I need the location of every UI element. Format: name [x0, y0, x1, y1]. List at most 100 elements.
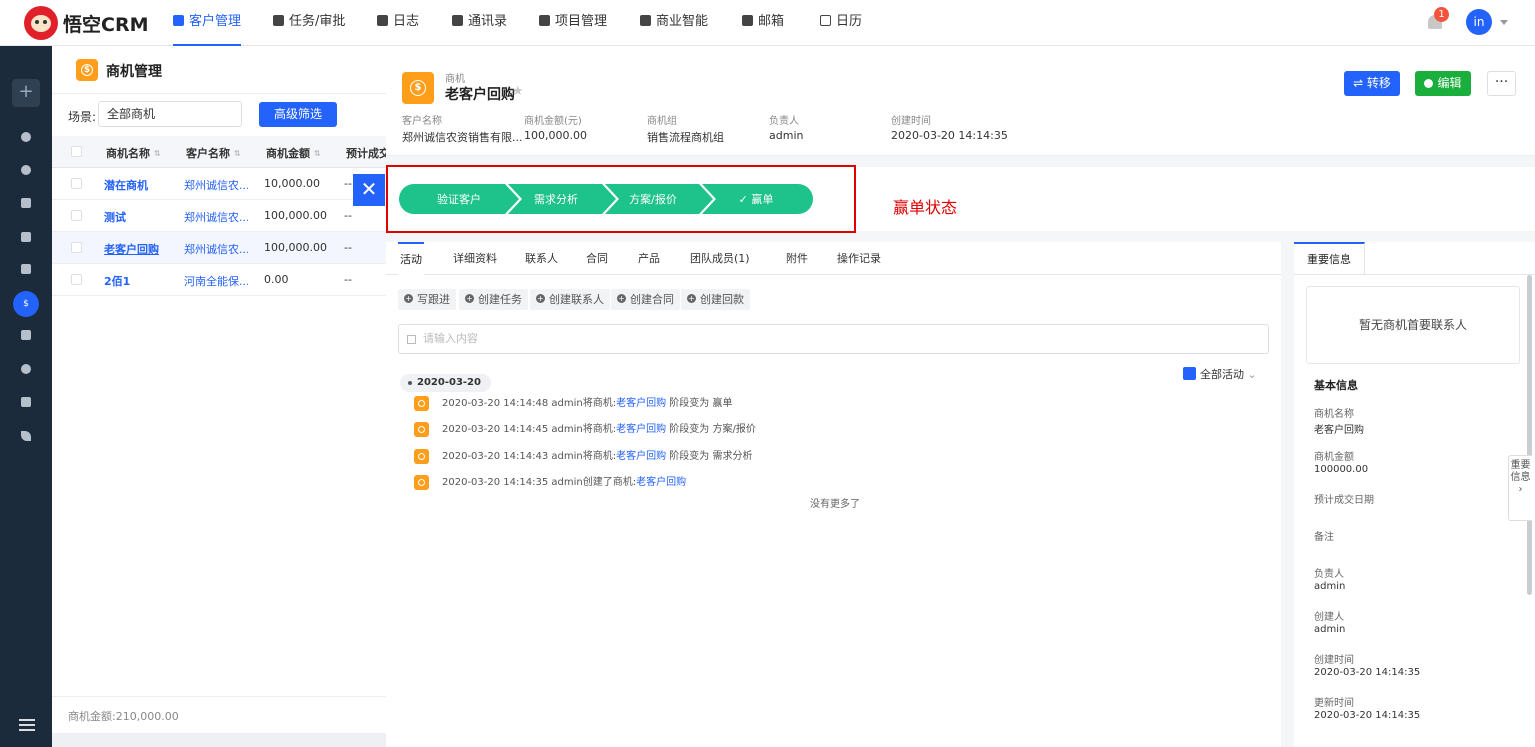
dashboard-icon[interactable] [21, 132, 31, 142]
tab-activity[interactable]: 活动 [398, 242, 424, 275]
info-label-group: 商机组 [647, 116, 677, 127]
column-header-name[interactable]: 商机名称 ⇅ [106, 145, 161, 161]
select-all-checkbox[interactable] [71, 146, 82, 157]
nav-logs[interactable]: 日志 [377, 0, 419, 46]
divider [52, 696, 386, 697]
coin-badge-icon: $ [402, 72, 434, 104]
table-row[interactable]: 测试 郑州诚信农... 100,000.00 -- [52, 200, 386, 232]
info-label-customer: 客户名称 [402, 116, 442, 127]
customer-icon[interactable] [21, 232, 31, 242]
field-value: 100000.00 [1314, 464, 1369, 475]
customer-name-link[interactable]: 郑州诚信农... [184, 177, 248, 193]
customer-name-link[interactable]: 郑州诚信农... [184, 241, 248, 257]
column-header-customer[interactable]: 客户名称 ⇅ [186, 145, 241, 161]
date-cell: -- [344, 273, 352, 286]
nav-customer-management[interactable]: 客户管理 [173, 0, 242, 46]
transfer-button[interactable]: ⇌ 转移 [1344, 71, 1400, 96]
nav-business-intelligence[interactable]: 商业智能 [640, 0, 708, 46]
monkey-logo-icon[interactable] [24, 6, 58, 40]
advanced-filter-button[interactable]: 高级筛选 [259, 102, 337, 127]
opportunity-link[interactable]: 老客户回购 [636, 477, 686, 488]
create-contract-button[interactable]: + 创建合同 [611, 289, 680, 310]
chat-icon[interactable] [21, 165, 31, 175]
scene-select[interactable]: 全部商机 [98, 101, 242, 127]
sort-icon[interactable]: ⇅ [234, 149, 241, 158]
create-task-button[interactable]: + 创建任务 [459, 289, 528, 310]
info-label-owner: 负责人 [769, 116, 799, 127]
grid-icon[interactable] [1183, 367, 1196, 380]
tab-products[interactable]: 产品 [638, 242, 660, 275]
paper-plane-icon[interactable] [21, 431, 31, 441]
activity-filter-dropdown[interactable]: 全部活动 ⌄ [1200, 366, 1257, 382]
sort-icon[interactable]: ⇅ [154, 149, 161, 158]
calendar-icon [820, 15, 831, 26]
field-value: admin [1314, 581, 1346, 592]
field-label: 商机金额 [1314, 452, 1354, 463]
contract-icon[interactable] [21, 330, 31, 340]
row-checkbox[interactable] [71, 242, 82, 253]
info-value-created: 2020-03-20 14:14:35 [891, 129, 1008, 142]
table-row[interactable]: 老客户回购 郑州诚信农... 100,000.00 -- [52, 232, 386, 264]
write-followup-button[interactable]: + 写跟进 [398, 289, 456, 310]
create-contact-button[interactable]: + 创建联系人 [530, 289, 610, 310]
table-row[interactable]: 潜在商机 郑州诚信农... 10,000.00 -- [52, 168, 386, 200]
row-checkbox[interactable] [71, 210, 82, 221]
caret-down-icon[interactable] [1500, 20, 1508, 25]
tab-team-members[interactable]: 团队成员(1) [690, 242, 750, 275]
opportunity-coin-icon[interactable]: $ [13, 291, 39, 317]
star-icon[interactable]: ★ [512, 84, 524, 99]
column-header-expected-date[interactable]: 预计成交 [346, 145, 386, 161]
opportunity-link[interactable]: 老客户回购 [616, 424, 666, 435]
coin-icon [414, 475, 429, 490]
brand-name[interactable]: 悟空CRM [63, 10, 148, 37]
opportunity-name-link[interactable]: 2佰1 [104, 273, 130, 289]
customer-name-link[interactable]: 河南全能保... [184, 273, 248, 289]
opportunity-name-link[interactable]: 老客户回购 [104, 241, 159, 257]
more-actions-button[interactable]: ··· [1487, 71, 1516, 96]
field-value: 老客户回购 [1314, 425, 1364, 436]
money-bag-icon[interactable] [21, 364, 31, 374]
important-info-toggle[interactable]: 重要信息 › [1508, 455, 1532, 521]
table-row[interactable]: 2佰1 河南全能保... 0.00 -- [52, 264, 386, 296]
column-header-amount[interactable]: 商机金额 ⇅ [266, 145, 321, 161]
nav-contacts[interactable]: 通讯录 [452, 0, 507, 46]
field-label: 创建人 [1314, 612, 1344, 623]
edit-icon [1424, 79, 1434, 88]
nav-mailbox[interactable]: 邮箱 [742, 0, 784, 46]
opportunity-name-link[interactable]: 潜在商机 [104, 177, 148, 193]
total-amount: 商机金额:210,000.00 [68, 710, 179, 723]
sort-icon[interactable]: ⇅ [314, 149, 321, 158]
user-avatar[interactable]: in [1466, 9, 1492, 35]
activity-input[interactable]: 请输入内容 [398, 324, 1269, 354]
row-checkbox[interactable] [71, 274, 82, 285]
create-payment-button[interactable]: + 创建回款 [681, 289, 750, 310]
row-checkbox[interactable] [71, 178, 82, 189]
info-value-group: 销售流程商机组 [647, 131, 724, 144]
close-detail-button[interactable]: ✕ [353, 174, 385, 206]
customer-name-link[interactable]: 郑州诚信农... [184, 209, 248, 225]
tab-details[interactable]: 详细资料 [453, 242, 497, 275]
clue-icon[interactable] [21, 198, 31, 208]
nav-tasks-approval[interactable]: 任务/审批 [273, 0, 345, 46]
detail-tabs: 活动 详细资料 联系人 合同 产品 团队成员(1) 附件 操作记录 [386, 242, 1281, 275]
collapse-menu-icon[interactable] [19, 719, 35, 731]
scrollbar[interactable] [1527, 275, 1532, 595]
date-chip: 2020-03-20 [400, 374, 491, 392]
opportunity-detail-panel: $ 商机 老客户回购 ★ 客户名称 郑州诚信农资销售有限... 商机金额(元) … [386, 46, 1535, 747]
product-box-icon[interactable] [21, 397, 31, 407]
tab-important-info[interactable]: 重要信息 [1294, 242, 1365, 275]
edit-button[interactable]: 编辑 [1415, 71, 1471, 96]
tab-contracts[interactable]: 合同 [586, 242, 608, 275]
tab-attachments[interactable]: 附件 [786, 242, 808, 275]
tab-operation-log[interactable]: 操作记录 [837, 242, 881, 275]
opportunity-link[interactable]: 老客户回购 [616, 398, 666, 409]
opportunity-name-link[interactable]: 测试 [104, 209, 126, 225]
nav-projects[interactable]: 项目管理 [539, 0, 607, 46]
amount-cell: 100,000.00 [264, 209, 327, 222]
contact-card-icon[interactable] [21, 264, 31, 274]
tab-contacts[interactable]: 联系人 [525, 242, 558, 275]
quick-add-button[interactable]: + [12, 79, 40, 107]
nav-calendar[interactable]: 日历 [820, 0, 862, 46]
opportunity-link[interactable]: 老客户回购 [616, 451, 666, 462]
stage-progress-bar: 验证客户 需求分析 方案/报价 ✓ 赢单 赢单状态 [386, 165, 1535, 233]
